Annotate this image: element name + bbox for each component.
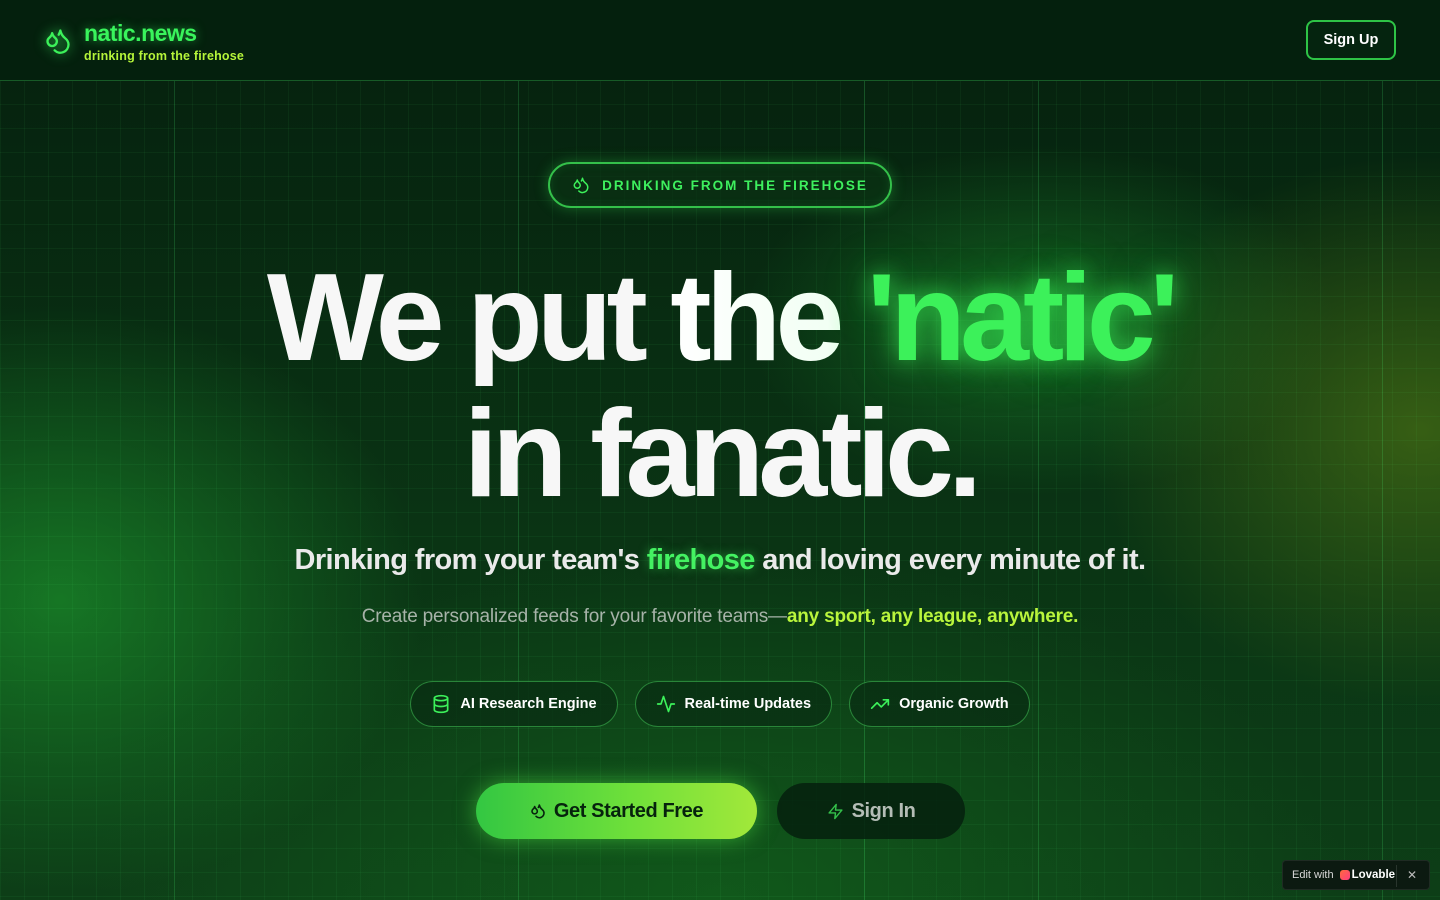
sign-in-button[interactable]: Sign In — [777, 783, 965, 839]
get-started-label: Get Started Free — [553, 799, 704, 822]
headline-line-2: in fanatic. — [463, 385, 983, 523]
lovable-brand: Lovable — [1351, 869, 1396, 881]
activity-icon — [656, 695, 675, 713]
description-before: Create personalized feeds for your favor… — [361, 606, 787, 627]
feature-pill-organic-growth: Organic Growth — [849, 681, 1030, 727]
hero-badge-label: DRINKING FROM THE FIREHOSE — [602, 177, 868, 193]
hero-badge: DRINKING FROM THE FIREHOSE — [548, 162, 892, 208]
description-highlight: any sport, any league, anywhere. — [786, 606, 1079, 627]
get-started-button[interactable]: Get Started Free — [476, 783, 757, 839]
divider — [1396, 865, 1397, 887]
feature-pill-label: Organic Growth — [899, 696, 1009, 712]
feature-pills: AI Research Engine Real-time Updates Org… — [0, 681, 1440, 727]
edit-with-lovable-badge[interactable]: Edit with Lovable ✕ — [1282, 860, 1430, 890]
droplets-icon — [46, 29, 70, 54]
feature-pill-realtime: Real-time Updates — [634, 681, 833, 727]
headline-prefix: We put — [266, 249, 671, 387]
lovable-logo-icon — [1339, 870, 1350, 880]
subhead-before: Drinking from your team's — [294, 544, 647, 576]
cta-row: Get Started Free Sign In — [476, 783, 965, 839]
droplets-icon — [573, 177, 589, 194]
landing-page: natic.news drinking from the firehose Si… — [0, 0, 1440, 900]
zap-icon — [827, 803, 843, 819]
feature-pill-ai-research: AI Research Engine — [410, 681, 618, 727]
brand-logo[interactable]: natic.news drinking from the firehose — [44, 20, 244, 63]
feature-pill-label: Real-time Updates — [684, 696, 812, 712]
hero-subheading: Drinking from your team's firehose and l… — [0, 544, 1440, 577]
hero-description: Create personalized feeds for your favor… — [0, 606, 1440, 628]
sign-up-button[interactable]: Sign Up — [1306, 20, 1396, 60]
site-header: natic.news drinking from the firehose Si… — [0, 0, 1440, 81]
subhead-after: and loving every minute of it. — [754, 544, 1146, 576]
trending-up-icon — [870, 699, 890, 709]
close-icon[interactable]: ✕ — [1405, 868, 1419, 882]
headline-line-1: We put the 'natic' — [0, 256, 1440, 380]
droplets-icon — [531, 804, 545, 819]
sign-in-label: Sign In — [851, 799, 916, 822]
brand-name: natic.news — [84, 20, 197, 46]
headline-accent: 'natic' — [866, 249, 1179, 387]
lovable-edit-text: Edit with — [1292, 869, 1334, 881]
feature-pill-label: AI Research Engine — [460, 696, 597, 712]
headline-the: the — [670, 249, 867, 387]
database-icon — [433, 694, 449, 714]
brand-tagline: drinking from the firehose — [84, 49, 245, 63]
subhead-highlight: firehose — [646, 544, 756, 576]
